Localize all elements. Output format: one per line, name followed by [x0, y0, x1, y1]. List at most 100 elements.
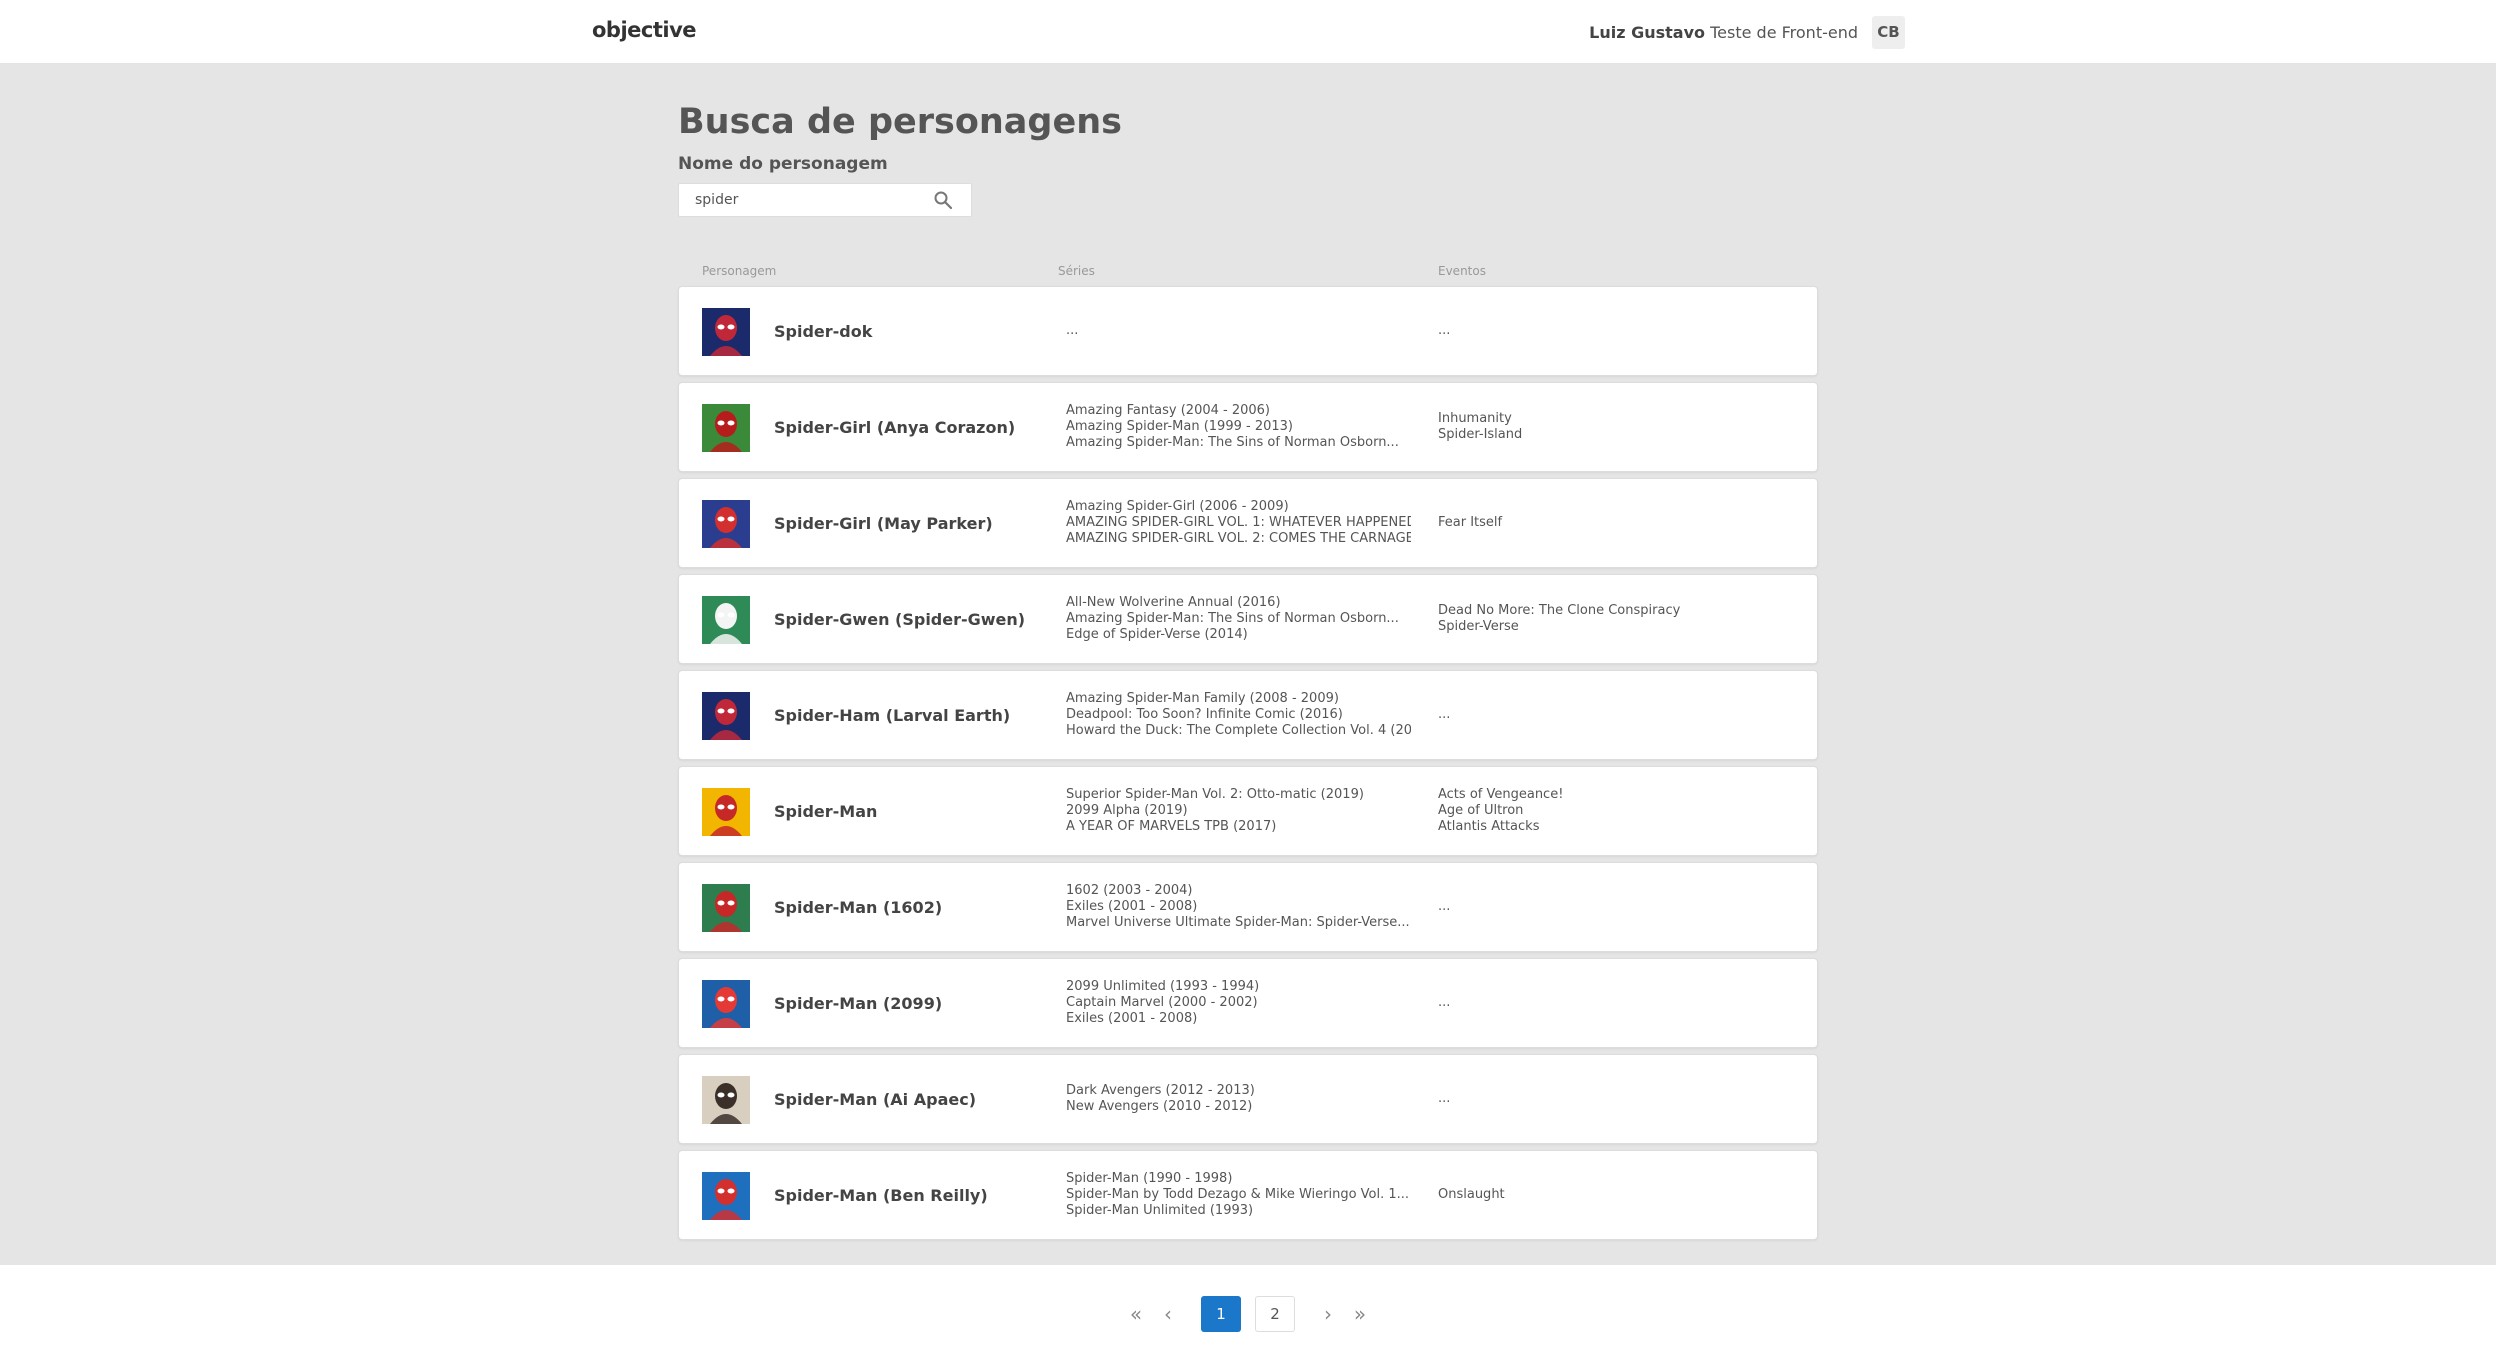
series-list: 2099 Unlimited (1993 - 1994) Captain Marv…: [1066, 959, 1411, 1047]
character-name: Spider-Man (Ben Reilly): [774, 1185, 988, 1205]
events-list: Fear Itself: [1438, 479, 1798, 567]
table-row[interactable]: Spider-Man (Ben Reilly) Spider-Man (1990 …: [678, 1150, 1818, 1240]
events-list: Acts of Vengeance! Age of Ultron Atlantis …: [1438, 767, 1798, 855]
character-name: Spider-Man (Ai Apaec): [774, 1089, 977, 1109]
event-item: ...: [1438, 899, 1451, 914]
page-2-button[interactable]: 2: [1255, 1296, 1295, 1332]
series-item: 2099 Unlimited (1993 - 1994): [1066, 979, 1260, 994]
series-item: Marvel Universe Ultimate Spider-Man: Spi…: [1066, 915, 1410, 930]
series-list: ...: [1066, 287, 1411, 375]
series-item: Dark Avengers (2012 - 2013): [1066, 1083, 1255, 1098]
series-list: Amazing Spider-Girl (2006 - 2009) AMAZING…: [1066, 479, 1411, 567]
series-item: Amazing Spider-Girl (2006 - 2009): [1066, 499, 1289, 514]
main-content: Busca de personagens Nome do personagem …: [0, 64, 2496, 1265]
events-list: ...: [1438, 1055, 1798, 1143]
series-item: A YEAR OF MARVELS TPB (2017): [1066, 819, 1277, 834]
character-name: Spider-Ham (Larval Earth): [774, 705, 1011, 725]
series-item: New Avengers (2010 - 2012): [1066, 1099, 1253, 1114]
table-row[interactable]: Spider-Man (2099) 2099 Unlimited (1993 - …: [678, 958, 1818, 1048]
table-row[interactable]: Spider-Man (Ai Apaec) Dark Avengers (2012…: [678, 1054, 1818, 1144]
column-header-character: Personagem: [702, 264, 777, 278]
character-list: Spider-dok...... Spider-Girl (Anya Corazo…: [678, 286, 1818, 1246]
character-avatar: [702, 884, 750, 932]
user-area[interactable]: Luiz Gustavo Teste de Front-end CB: [1589, 15, 1905, 49]
user-name: Luiz Gustavo: [1589, 22, 1705, 42]
next-page-button[interactable]: ›: [1312, 1296, 1344, 1332]
series-list: 1602 (2003 - 2004) Exiles (2001 - 2008) Ma…: [1066, 863, 1411, 951]
character-avatar: [702, 788, 750, 836]
event-item: Acts of Vengeance!: [1438, 787, 1564, 802]
event-item: ...: [1438, 323, 1451, 338]
character-name: Spider-Man (1602): [774, 897, 943, 917]
series-list: All-New Wolverine Annual (2016) Amazing S…: [1066, 575, 1411, 663]
series-item: Amazing Spider-Man (1999 - 2013): [1066, 419, 1293, 434]
table-row[interactable]: Spider-Gwen (Spider-Gwen) All-New Wolveri…: [678, 574, 1818, 664]
character-name: Spider-Girl (Anya Corazon): [774, 417, 1016, 437]
table-row[interactable]: Spider-Girl (Anya Corazon) Amazing Fantas…: [678, 382, 1818, 472]
event-item: Dead No More: The Clone Conspiracy: [1438, 603, 1681, 618]
search-label: Nome do personagem: [678, 154, 888, 174]
series-item: Exiles (2001 - 2008): [1066, 899, 1198, 914]
series-item: Amazing Fantasy (2004 - 2006): [1066, 403, 1271, 418]
table-row[interactable]: Spider-Man Superior Spider-Man Vol. 2: Ot…: [678, 766, 1818, 856]
event-item: Spider-Island: [1438, 427, 1523, 442]
event-item: ...: [1438, 707, 1451, 722]
series-item: Howard the Duck: The Complete Collection…: [1066, 723, 1411, 738]
column-header-series: Séries: [1058, 264, 1095, 278]
events-list: ...: [1438, 863, 1798, 951]
column-header-events: Eventos: [1438, 264, 1486, 278]
search-input[interactable]: [695, 184, 935, 216]
series-item: Exiles (2001 - 2008): [1066, 1011, 1198, 1026]
events-list: Inhumanity Spider-Island: [1438, 383, 1798, 471]
events-list: ...: [1438, 287, 1798, 375]
table-row[interactable]: Spider-Ham (Larval Earth) Amazing Spider-…: [678, 670, 1818, 760]
table-row[interactable]: Spider-Man (1602) 1602 (2003 - 2004) Exile…: [678, 862, 1818, 952]
pagination: « ‹ 12 › »: [0, 1296, 2496, 1332]
series-item: AMAZING SPIDER-GIRL VOL. 1: WHATEVER HAP…: [1066, 515, 1411, 530]
event-item: ...: [1438, 1091, 1451, 1106]
table-row[interactable]: Spider-Girl (May Parker) Amazing Spider-G…: [678, 478, 1818, 568]
series-list: Amazing Fantasy (2004 - 2006) Amazing Spi…: [1066, 383, 1411, 471]
events-list: Dead No More: The Clone Conspiracy Spider…: [1438, 575, 1798, 663]
character-name: Spider-Gwen (Spider-Gwen): [774, 609, 1026, 629]
search-icon[interactable]: [933, 190, 953, 210]
series-item: 2099 Alpha (2019): [1066, 803, 1188, 818]
series-item: Spider-Man Unlimited (1993): [1066, 1203, 1254, 1218]
events-list: ...: [1438, 671, 1798, 759]
series-item: ...: [1066, 323, 1079, 338]
event-item: Spider-Verse: [1438, 619, 1519, 634]
character-avatar: [702, 1172, 750, 1220]
series-list: Dark Avengers (2012 - 2013) New Avengers …: [1066, 1055, 1411, 1143]
avatar[interactable]: CB: [1872, 15, 1905, 49]
series-item: Amazing Spider-Man: The Sins of Norman O…: [1066, 611, 1399, 626]
character-avatar: [702, 500, 750, 548]
last-page-button[interactable]: »: [1344, 1296, 1376, 1332]
series-item: Deadpool: Too Soon? Infinite Comic (2016…: [1066, 707, 1343, 722]
event-item: Inhumanity: [1438, 411, 1512, 426]
series-item: Amazing Spider-Man Family (2008 - 2009): [1066, 691, 1339, 706]
series-item: Amazing Spider-Man: The Sins of Norman O…: [1066, 435, 1399, 450]
page-1-button[interactable]: 1: [1201, 1296, 1241, 1332]
user-role: Teste de Front-end: [1710, 22, 1858, 42]
character-avatar: [702, 404, 750, 452]
first-page-button[interactable]: «: [1120, 1296, 1152, 1332]
character-avatar: [702, 980, 750, 1028]
prev-page-button[interactable]: ‹: [1152, 1296, 1184, 1332]
top-bar: objective Luiz Gustavo Teste de Front-en…: [0, 0, 2496, 64]
logo[interactable]: objective: [592, 18, 697, 42]
search-box: [678, 183, 972, 217]
table-header: Personagem Séries Eventos: [678, 264, 1818, 282]
character-avatar: [702, 596, 750, 644]
series-list: Amazing Spider-Man Family (2008 - 2009) D…: [1066, 671, 1411, 759]
event-item: ...: [1438, 995, 1451, 1010]
series-list: Superior Spider-Man Vol. 2: Otto-matic (…: [1066, 767, 1411, 855]
event-item: Fear Itself: [1438, 515, 1503, 530]
series-item: 1602 (2003 - 2004): [1066, 883, 1193, 898]
character-name: Spider-Man (2099): [774, 993, 943, 1013]
character-name: Spider-Man: [774, 801, 878, 821]
series-item: Captain Marvel (2000 - 2002): [1066, 995, 1258, 1010]
events-list: Onslaught: [1438, 1151, 1798, 1239]
series-item: Spider-Man by Todd Dezago & Mike Wiering…: [1066, 1187, 1410, 1202]
series-item: AMAZING SPIDER-GIRL VOL. 2: COMES THE CA…: [1066, 531, 1411, 546]
table-row[interactable]: Spider-dok......: [678, 286, 1818, 376]
